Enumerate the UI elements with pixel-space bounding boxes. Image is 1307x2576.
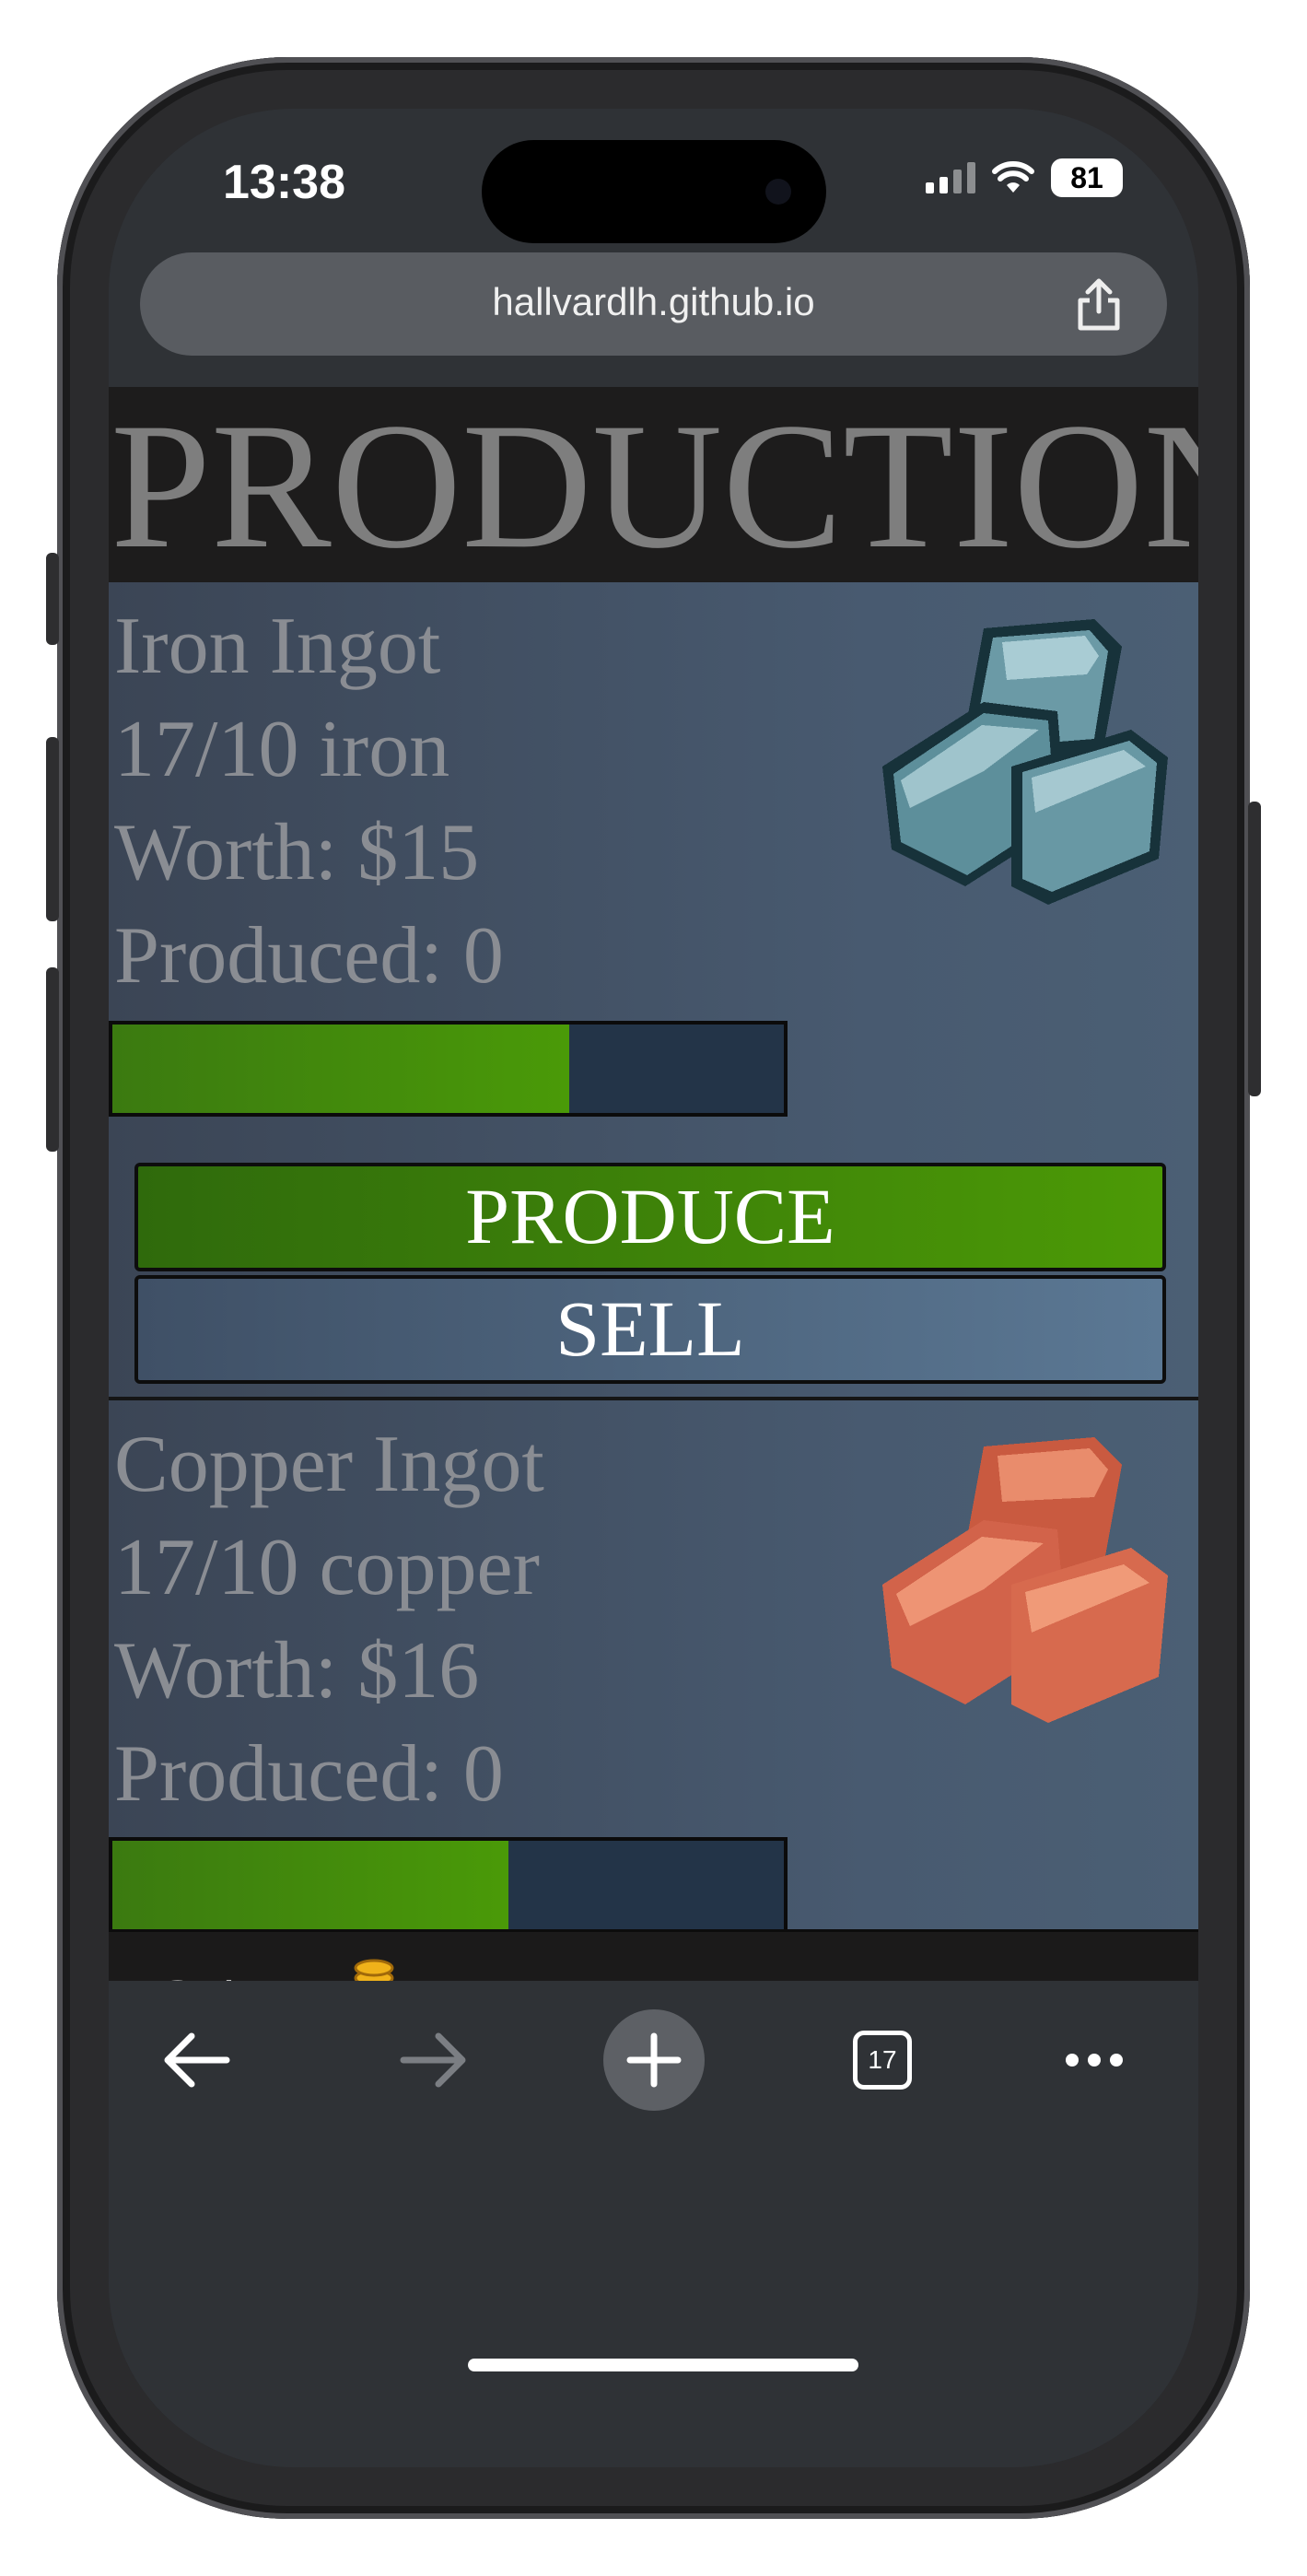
progress-bar xyxy=(109,1837,788,1929)
produce-button[interactable]: PRODUCE xyxy=(134,1163,1166,1271)
item-produced: Produced: 0 xyxy=(114,911,504,1001)
address-bar[interactable]: hallvardlh.github.io xyxy=(140,252,1167,356)
more-icon[interactable] xyxy=(1039,2005,1149,2115)
new-tab-icon[interactable] xyxy=(599,2005,709,2115)
tabs-button[interactable]: 17 xyxy=(827,2005,938,2115)
browser-toolbar: 17 xyxy=(109,1981,1198,2467)
url-text: hallvardlh.github.io xyxy=(492,280,815,323)
item-worth: Worth: $16 xyxy=(114,1626,480,1715)
status-icons: 81 xyxy=(926,158,1123,197)
wifi-icon xyxy=(992,161,1034,193)
camera-icon xyxy=(765,179,791,205)
item-produced: Produced: 0 xyxy=(114,1729,504,1819)
item-worth: Worth: $15 xyxy=(114,808,480,897)
share-icon[interactable] xyxy=(1071,276,1126,334)
sell-button[interactable]: SELL xyxy=(134,1275,1166,1384)
signal-icon xyxy=(926,162,975,193)
item-name: Copper Ingot xyxy=(114,1420,544,1509)
status-bar: 13:38 81 xyxy=(109,109,1198,256)
iron-ingot-icon xyxy=(882,619,1168,905)
volume-up-button xyxy=(46,737,59,921)
status-time: 13:38 xyxy=(223,156,345,209)
tab-count: 17 xyxy=(853,2031,912,2090)
dynamic-island xyxy=(482,140,826,243)
action-button xyxy=(46,553,59,645)
production-card-copper: Copper Ingot 17/10 copper Worth: $16 Pro… xyxy=(109,1400,1198,1929)
progress-bar xyxy=(109,1021,788,1117)
battery-icon: 81 xyxy=(1051,158,1123,197)
web-content: PRODUCTION Iron Ingot 17/10 iron Worth: … xyxy=(109,387,1198,2259)
progress-fill xyxy=(112,1841,509,1929)
page-title: PRODUCTION xyxy=(111,387,1198,582)
copper-ingot-icon xyxy=(882,1437,1168,1723)
forward-icon[interactable] xyxy=(376,2005,486,2115)
home-indicator xyxy=(468,2359,858,2371)
screen: 13:38 81 hallvardlh.github.io PRODUCTION… xyxy=(109,109,1198,2467)
item-requirement: 17/10 iron xyxy=(114,705,450,794)
volume-down-button xyxy=(46,967,59,1152)
item-requirement: 17/10 copper xyxy=(114,1523,540,1612)
progress-fill xyxy=(112,1025,569,1113)
production-card-iron: Iron Ingot 17/10 iron Worth: $15 Produce… xyxy=(109,582,1198,1397)
item-name: Iron Ingot xyxy=(114,602,441,691)
back-icon[interactable] xyxy=(144,2005,254,2115)
production-header: PRODUCTION xyxy=(109,387,1198,582)
power-button xyxy=(1248,802,1261,1096)
